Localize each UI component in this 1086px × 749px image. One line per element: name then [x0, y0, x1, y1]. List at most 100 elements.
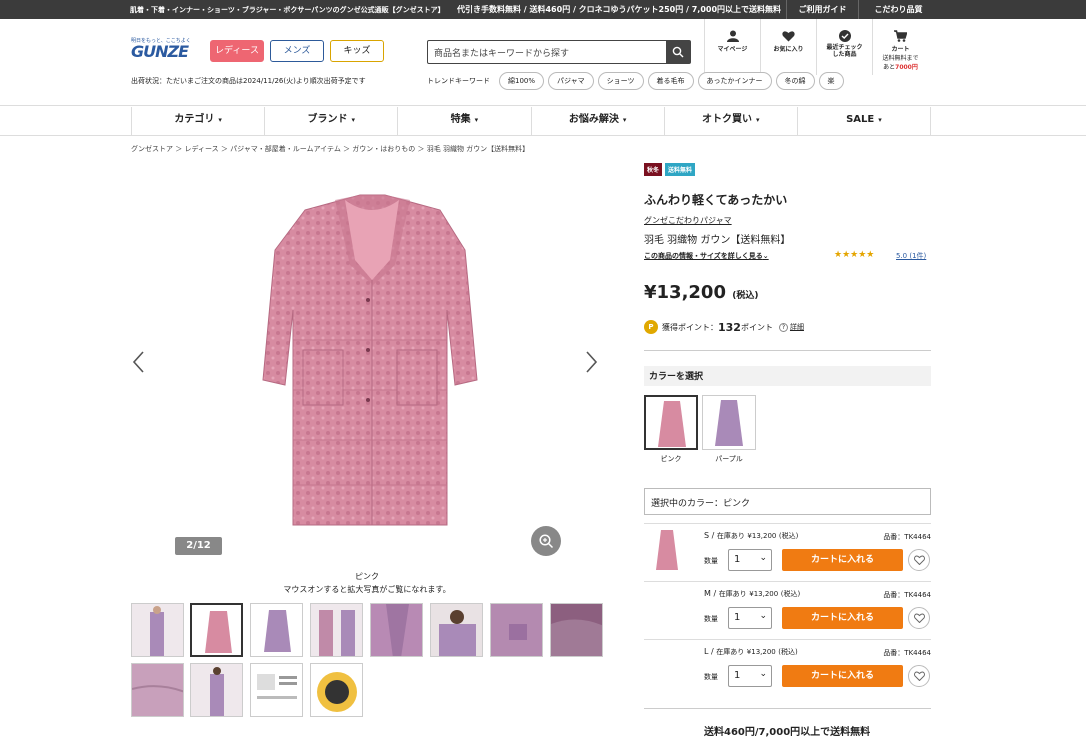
favorites-label: お気に入り [773, 46, 804, 53]
nav-label: SALE [846, 114, 875, 125]
search-button[interactable] [666, 41, 690, 63]
heart-icon [914, 555, 925, 565]
thumbnail[interactable] [310, 603, 363, 657]
trend-chip[interactable]: ショーツ [597, 72, 644, 90]
trend-chip[interactable]: 着る毛布 [647, 72, 694, 90]
divider [644, 350, 931, 351]
favorite-button[interactable] [908, 665, 930, 687]
quality-link[interactable]: こだわり品質 [858, 0, 938, 19]
thumbnail[interactable] [550, 603, 603, 657]
ladies-button[interactable]: レディース [210, 40, 264, 62]
thumbnail[interactable] [250, 603, 303, 657]
quantity-select[interactable]: 1 ⌄ [728, 549, 772, 571]
product-code: 品番：TK4464 [883, 533, 931, 541]
nav-deals[interactable]: オトク買い ▾ [663, 107, 797, 135]
stock: 在庫あり [718, 590, 747, 598]
nav-label: カテゴリ [174, 114, 215, 125]
main-product-image[interactable] [185, 170, 555, 540]
product-name: 羽毛 羽織物 ガウン【送料無料】 [644, 235, 791, 246]
divider [644, 708, 931, 709]
nav-label: ブランド [307, 114, 348, 125]
qty-label: 数量 [704, 615, 718, 623]
points-label: 獲得ポイント： [662, 322, 718, 332]
points-icon: P [644, 320, 658, 334]
trend-chip[interactable]: あったかインナー [697, 72, 772, 90]
add-to-cart-button[interactable]: カートに入れる [782, 549, 903, 571]
heart-icon [782, 31, 795, 42]
zoom-in-icon [539, 534, 554, 549]
trend-chip[interactable]: 楽 [818, 72, 844, 90]
thumbnail[interactable] [490, 603, 543, 657]
breadcrumb-item[interactable]: レディース [184, 145, 218, 153]
add-to-cart-button[interactable]: カートに入れる [782, 607, 903, 629]
cart-button[interactable]: カート 送料無料まで あと7000円 [872, 19, 928, 75]
quantity-select[interactable]: 1 ⌄ [728, 665, 772, 687]
thumbnail[interactable] [131, 663, 184, 717]
thumbnail[interactable] [370, 603, 423, 657]
trend-chip[interactable]: 冬の綿 [775, 72, 815, 90]
sku-info: L / 在庫あり ¥13,200 (税込) [704, 647, 798, 656]
breadcrumb-item[interactable]: パジャマ・部屋着・ルームアイテム [230, 145, 341, 153]
recent-button[interactable]: 最近チェックした商品 [816, 19, 872, 75]
sku-tax: (税込) [780, 590, 801, 598]
sku-row-l: L / 在庫あり ¥13,200 (税込) 品番：TK4464 数量 1 ⌄ カー… [644, 639, 931, 701]
nav-feature[interactable]: 特集 ▾ [397, 107, 530, 135]
shipping-note: 送料460円/7,000円以上で送料無料 [704, 727, 871, 738]
next-image-button[interactable] [585, 350, 599, 378]
sku-info: S / 在庫あり ¥13,200 (税込) [704, 531, 799, 540]
gunze-logo[interactable]: 明日をもっと、ここちよく GUNZE [131, 37, 201, 60]
guide-link[interactable]: ご利用ガイド [786, 0, 858, 19]
thumbnail[interactable] [131, 603, 184, 657]
thumbnail[interactable] [190, 663, 243, 717]
mens-button[interactable]: メンズ [270, 40, 324, 62]
detail-link[interactable]: この商品の情報・サイズを詳しく見る⌄ [644, 251, 769, 261]
size: L [704, 647, 709, 656]
tax-label: (税込) [732, 291, 759, 301]
breadcrumb-item[interactable]: ガウン・はおりもの [352, 145, 415, 153]
trend-chip[interactable]: 綿100% [499, 72, 545, 90]
add-to-cart-button[interactable]: カートに入れる [782, 665, 903, 687]
prev-image-button[interactable] [131, 350, 145, 378]
nav-label: 特集 [450, 114, 471, 125]
thumbnail[interactable] [310, 663, 363, 717]
caret-down-icon: ▾ [756, 116, 760, 124]
color-swatch-pink[interactable] [644, 395, 698, 450]
search-icon [672, 46, 684, 58]
breadcrumb-item[interactable]: グンゼストア [131, 145, 173, 153]
user-icon [726, 30, 739, 42]
thumbnail[interactable] [430, 603, 483, 657]
mypage-button[interactable]: マイページ [704, 19, 760, 75]
qty-value: 1 [734, 670, 741, 681]
sku-price: ¥13,200 [746, 648, 776, 656]
favorites-button[interactable]: お気に入り [760, 19, 816, 75]
search-box[interactable]: 商品名またはキーワードから探す [427, 40, 691, 64]
product-catchphrase: ふんわり軽くてあったかい [644, 193, 788, 207]
cart-note: 送料無料まで [882, 55, 919, 62]
zoom-button[interactable] [531, 526, 561, 556]
cart-note-prefix: あと [883, 64, 896, 71]
search-input[interactable]: 商品名またはキーワードから探す [434, 46, 569, 59]
mypage-label: マイページ [717, 46, 748, 53]
nav-solutions[interactable]: お悩み解決 ▾ [530, 107, 664, 135]
price-value: ¥13,200 [644, 282, 726, 303]
favorite-button[interactable] [908, 549, 930, 571]
sku-price: ¥13,200 [749, 590, 779, 598]
thumbnail-selected[interactable] [190, 603, 243, 657]
product-price: ¥13,200 (税込) [644, 282, 759, 303]
store-tagline: 肌着・下着・インナー・ショーツ・ブラジャー・ボクサーパンツのグンゼ公式通販【グン… [130, 6, 445, 14]
rating-link[interactable]: 5.0 (1件) [896, 251, 926, 261]
favorite-button[interactable] [908, 607, 930, 629]
trend-label: トレンドキーワード [427, 77, 490, 85]
trend-chip[interactable]: パジャマ [548, 72, 594, 90]
series-link[interactable]: グンゼこだわりパジャマ [644, 215, 732, 226]
nav-category[interactable]: カテゴリ ▾ [131, 107, 264, 135]
cart-icon [894, 30, 907, 42]
kids-button[interactable]: キッズ [330, 40, 384, 62]
points-detail-link[interactable]: 詳細 [790, 322, 804, 332]
nav-sale[interactable]: SALE ▾ [796, 107, 932, 135]
quantity-select[interactable]: 1 ⌄ [728, 607, 772, 629]
chevron-down-icon: ⌄ [759, 669, 767, 679]
nav-brand[interactable]: ブランド ▾ [264, 107, 397, 135]
color-swatch-purple[interactable] [702, 395, 756, 450]
thumbnail[interactable] [250, 663, 303, 717]
